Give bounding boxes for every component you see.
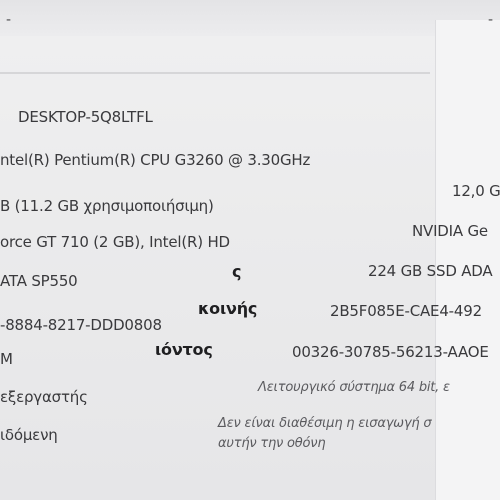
device-id-right-value: 2B5F085E-CAE4-492: [330, 302, 482, 320]
corner-char-left: -: [6, 12, 12, 28]
processor-value: ntel(R) Pentium(R) CPU G3260 @ 3.30GHz: [0, 151, 311, 169]
ram-value: B (11.2 GB χρησιμοποιήσιμη): [0, 197, 214, 215]
device-id-value: -8884-8217-DDD0808: [0, 316, 162, 334]
graphics-right-value: NVIDIA Ge: [412, 222, 488, 240]
storage-right-value: 224 GB SSD ADA: [368, 262, 493, 280]
product-id-value: M: [0, 350, 13, 368]
device-name-value: DESKTOP-5Q8LTFL: [18, 108, 153, 126]
product-id-right-value: 00326-30785-56213-AAOE: [292, 343, 489, 361]
label-fragment-1: ς: [232, 262, 242, 281]
label-fragment-3: ιόντος: [155, 340, 213, 359]
system-type-value: εξεργαστής: [0, 388, 88, 406]
ram-right-value: 12,0 G: [452, 182, 500, 200]
system-type-right-value: Λειτουργικό σύστημα 64 bit, ε: [258, 380, 450, 395]
pen-touch-right-value-line2: αυτήν την οθόνη: [218, 436, 326, 451]
corner-char-right: -: [488, 12, 494, 28]
right-panel: [435, 20, 500, 500]
title-bar: [0, 0, 500, 36]
pen-touch-right-value-line1: Δεν είναι διαθέσιμη η εισαγωγή σ: [218, 416, 432, 431]
graphics-value: orce GT 710 (2 GB), Intel(R) HD: [0, 233, 230, 251]
section-divider: [0, 72, 430, 74]
label-fragment-2: κοινής: [198, 299, 258, 318]
about-settings-screen: - - DESKTOP-5Q8LTFL ntel(R) Pentium(R) C…: [0, 0, 500, 500]
pen-touch-value: ιδόμενη: [0, 426, 58, 444]
storage-value: ATA SP550: [0, 272, 78, 290]
